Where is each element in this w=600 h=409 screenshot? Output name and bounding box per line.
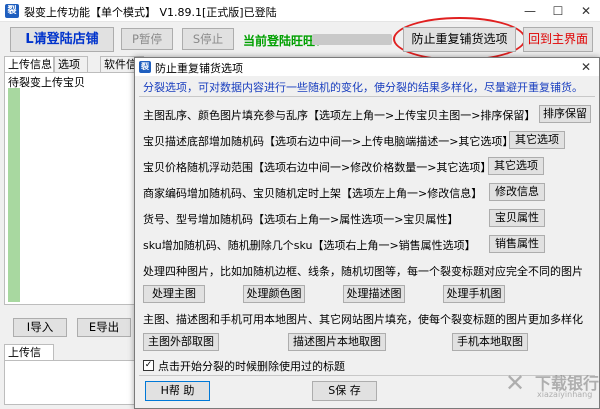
other-options-button-price[interactable]: 其它选项 bbox=[488, 157, 544, 175]
process-main-image-button[interactable]: 处理主图 bbox=[143, 285, 205, 303]
delete-used-titles-label: 点击开始分裂的时候删除使用过的标题 bbox=[158, 360, 345, 373]
back-to-main-button[interactable]: 回到主界面 bbox=[523, 27, 593, 52]
anti-duplicate-dialog: 裂 防止重复铺货选项 ✕ 分裂选项，可对数据内容进行一些随机的变化，使分裂的结果… bbox=[134, 57, 600, 409]
dialog-titlebar: 裂 防止重复铺货选项 ✕ bbox=[135, 58, 599, 76]
process-mobile-image-button[interactable]: 处理手机图 bbox=[443, 285, 505, 303]
export-button[interactable]: E导出 bbox=[77, 318, 131, 337]
sales-attributes-button[interactable]: 销售属性 bbox=[489, 235, 545, 253]
stop-button[interactable]: S停止 bbox=[182, 28, 234, 50]
help-button[interactable]: H帮 助 bbox=[145, 381, 210, 401]
list-status-column bbox=[8, 88, 20, 302]
desc-image-local-button[interactable]: 描述图片本地取图 bbox=[288, 333, 386, 351]
maximize-icon[interactable]: ☐ bbox=[544, 0, 572, 22]
option-label-merchant-code: 商家编码增加随机码、宝贝随机定时上架【选项左上角一>修改信息】 bbox=[143, 187, 483, 200]
import-button[interactable]: I导入 bbox=[13, 318, 67, 337]
divider bbox=[139, 96, 595, 97]
main-image-external-button[interactable]: 主图外部取图 bbox=[143, 333, 219, 351]
main-window-title: 裂变上传功能【单个模式】 V1.89.1[正式版]已登陆 bbox=[24, 6, 277, 19]
login-username-redacted bbox=[312, 34, 392, 45]
dialog-app-icon: 裂 bbox=[139, 61, 151, 73]
close-icon[interactable]: ✕ bbox=[572, 0, 600, 22]
option-label-desc-random-code: 宝贝描述底部增加随机码【选项右边中间一>上传电脑端描述一>其它选项】 bbox=[143, 135, 514, 148]
tab-options[interactable]: 选项 bbox=[54, 56, 88, 72]
dialog-intro: 分裂选项，可对数据内容进行一些随机的变化，使分裂的结果多样化，尽量避开重复铺货。 bbox=[143, 81, 583, 94]
modify-info-button[interactable]: 修改信息 bbox=[489, 183, 545, 201]
mobile-image-local-button[interactable]: 手机本地取图 bbox=[452, 333, 528, 351]
pause-button[interactable]: P暂停 bbox=[121, 28, 173, 50]
tab-upload-info[interactable]: 上传信息 bbox=[4, 56, 54, 72]
main-titlebar: 裂 裂变上传功能【单个模式】 V1.89.1[正式版]已登陆 — ☐ ✕ bbox=[0, 0, 600, 22]
option-label-sku: sku增加随机码、随机删除几个sku【选项右上角一>销售属性选项】 bbox=[143, 239, 476, 252]
login-store-button[interactable]: L请登陆店铺 bbox=[10, 27, 114, 52]
anti-duplicate-options-button[interactable]: 防止重复铺货选项 bbox=[403, 27, 516, 52]
minimize-icon[interactable]: — bbox=[516, 0, 544, 22]
local-image-label: 主图、描述图和手机可用本地图片、其它网站图片填充，使每个裂变标题的图片更加多样化 bbox=[143, 313, 583, 326]
item-attributes-button[interactable]: 宝贝属性 bbox=[489, 209, 545, 227]
process-color-image-button[interactable]: 处理颜色图 bbox=[243, 285, 305, 303]
dialog-close-icon[interactable]: ✕ bbox=[573, 58, 599, 76]
dialog-title: 防止重复铺货选项 bbox=[155, 62, 243, 75]
sort-keep-button[interactable]: 排序保留 bbox=[539, 105, 591, 123]
option-label-item-number: 货号、型号增加随机码【选项右上角一>属性选项一>宝贝属性】 bbox=[143, 213, 459, 226]
app-icon: 裂 bbox=[5, 4, 19, 18]
option-label-main-image-shuffle: 主图乱序、颜色图片填充参与乱序【选项左上角一>上传宝贝主图一>排序保留】 bbox=[143, 109, 536, 122]
option-label-price-float: 宝贝价格随机浮动范围【选项右边中间一>修改价格数量一>其它选项】 bbox=[143, 161, 492, 174]
watermark-logo-icon: ✕ bbox=[505, 369, 526, 397]
site-watermark: ✕ 下载银行 xiazaiyinhang bbox=[505, 366, 599, 406]
process-desc-image-button[interactable]: 处理描述图 bbox=[343, 285, 405, 303]
pending-items-list[interactable]: 待裂变上传宝贝 bbox=[4, 72, 136, 305]
watermark-subtext: xiazaiyinhang bbox=[537, 390, 593, 399]
delete-used-titles-checkbox[interactable]: ✓ bbox=[143, 360, 154, 371]
image-processing-label: 处理四种图片，比如加随机边框、线条，随机切图等，每一个裂变标题对应完全不同的图片 bbox=[143, 265, 583, 278]
tab-upload-log[interactable]: 上传信息 bbox=[4, 344, 54, 374]
other-options-button-desc[interactable]: 其它选项 bbox=[509, 131, 565, 149]
upload-log-panel bbox=[4, 360, 136, 405]
save-button[interactable]: S保 存 bbox=[312, 381, 377, 401]
